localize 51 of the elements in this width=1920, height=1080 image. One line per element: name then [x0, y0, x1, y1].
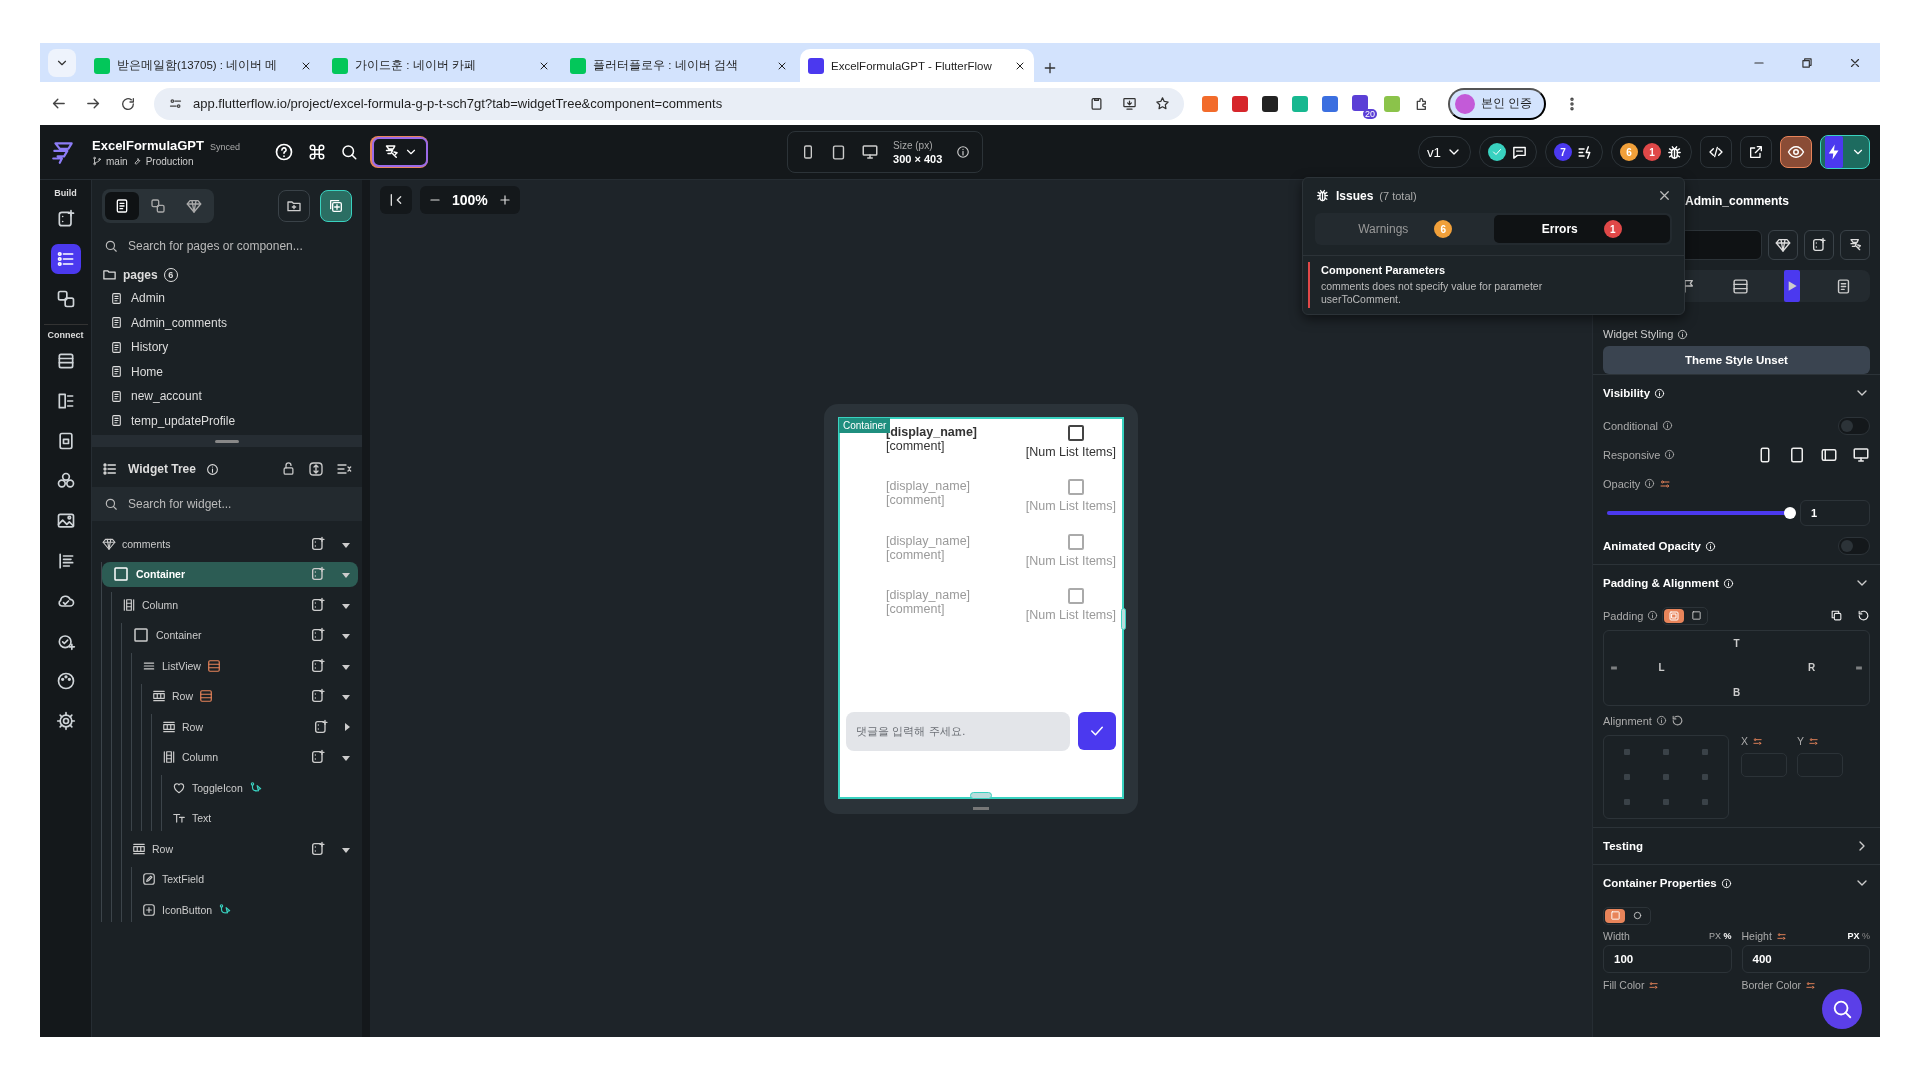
field-label: Width — [1603, 930, 1630, 942]
count-badge: 1 — [1603, 220, 1622, 238]
count-badge: 7 — [1554, 143, 1572, 161]
project-name: ExcelFormulaGPT — [92, 137, 204, 153]
issue-title: Component Parameters — [1321, 264, 1447, 276]
error-count: 1 — [1643, 143, 1661, 161]
warning-count: 6 — [1620, 143, 1638, 161]
popup-title: Issues — [1336, 188, 1374, 203]
comment-text: [comment] — [886, 493, 946, 507]
field-label: X — [1741, 735, 1748, 747]
field-label: Y — [1797, 735, 1804, 747]
field-label: Fill Color — [1603, 979, 1645, 991]
padding-side-label: R — [1807, 662, 1816, 674]
canvas-size: 300 × 403 — [893, 152, 943, 165]
field-label: Opacity — [1603, 477, 1641, 490]
field-label: Conditional — [1603, 419, 1659, 432]
field-label: Padding — [1603, 609, 1644, 622]
section-title: Container Properties — [1603, 877, 1717, 889]
count-badge: 6 — [1434, 220, 1453, 238]
field-label: Animated Opacity — [1603, 540, 1701, 552]
comment-text: [comment] — [886, 602, 946, 616]
rail-section-label: Build — [54, 188, 77, 198]
widget-name: Admin_comments — [1685, 194, 1790, 208]
field-label: Responsive — [1603, 448, 1661, 461]
display-name-text: [display_name] — [886, 533, 972, 548]
comment-text: [comment] — [886, 547, 945, 562]
field-label: Border Color — [1741, 979, 1802, 991]
count-text: [Num List Items] — [1025, 553, 1116, 568]
comment-text: [comment] — [886, 438, 945, 453]
sync-status: Synced — [210, 141, 240, 152]
issue-total: (7 total) — [1379, 189, 1417, 202]
panel-title: Widget Tree — [128, 462, 196, 476]
count-text: [Num List Items] — [1025, 444, 1116, 459]
field-label: Height — [1741, 930, 1772, 942]
size-label: Size (px) — [893, 139, 934, 151]
issue-message: comments does not specify value for parameter userToComment. — [1321, 280, 1544, 307]
badge-count: 20 — [1363, 108, 1377, 119]
section-title: Visibility — [1603, 387, 1651, 399]
section-title: Padding & Alignment — [1603, 577, 1719, 589]
count-text: [Num List Items] — [1025, 608, 1116, 622]
padding-side-label: L — [1658, 662, 1665, 674]
padding-side-label: T — [1733, 637, 1740, 649]
selection-label: Container — [839, 417, 891, 433]
section-title: Testing — [1603, 840, 1644, 852]
padding-side-label: B — [1732, 687, 1741, 699]
display-name-text: [display_name] — [886, 479, 972, 493]
display-name-text: [display_name] — [886, 588, 972, 602]
rail-section-label: Connect — [43, 324, 88, 340]
count-text: [Num List Items] — [1025, 499, 1116, 513]
section-label: Widget Styling — [1603, 328, 1674, 340]
field-label: Alignment — [1603, 714, 1652, 727]
